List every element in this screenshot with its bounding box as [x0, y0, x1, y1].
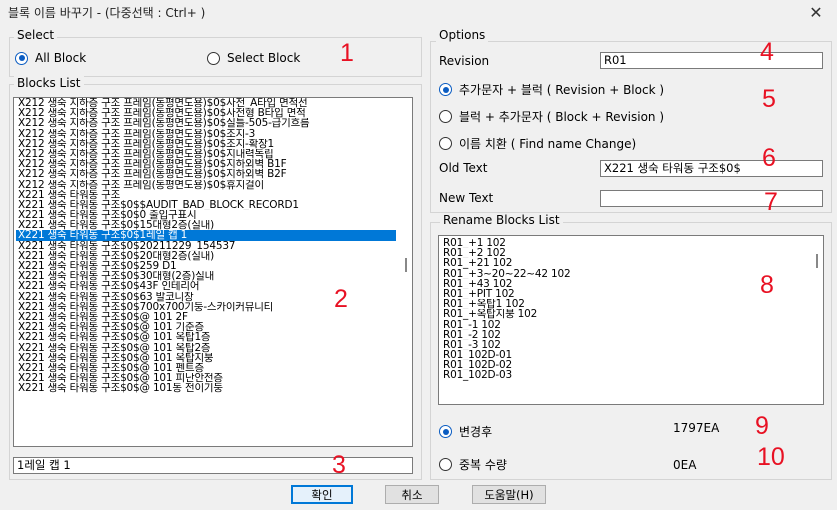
blocks-list-item[interactable]: X221 생숙 타워동 구조$0$@ 101 2F: [16, 312, 396, 322]
annotation-5: 5: [762, 85, 776, 113]
radio-find-name-change-label: 이름 치환 ( Find name Change): [459, 137, 637, 151]
rename-list-item[interactable]: R01_+옥탑지붕 102: [441, 309, 807, 319]
radio-all-block-indicator[interactable]: [15, 51, 28, 65]
after-change-count: 1797EA: [673, 421, 720, 435]
blocks-list-items: X212 생숙 지하층 구조 프레임(동평면도용)$0$사전_A타입 면적선 X2…: [16, 98, 396, 393]
blocks-scroll-thumb[interactable]: [405, 258, 407, 272]
blocks-list-item[interactable]: X221 생숙 타워동 구조$0$259 D1: [16, 261, 396, 271]
radio-duplicate-count[interactable]: 중복 수량: [439, 456, 507, 473]
title-bar: 블록 이름 바꾸기 - (다중선택 : Ctrl+ ) ✕: [0, 0, 837, 24]
rename-list-item[interactable]: R01_-1 102: [441, 320, 807, 330]
blocks-list-item[interactable]: X221 생숙 타워동 구조$0$@ 101 펜트층: [16, 363, 396, 373]
rename-list-item[interactable]: R01_+1 102: [441, 238, 807, 248]
options-label: Options: [436, 28, 489, 42]
radio-all-block-label: All Block: [35, 51, 87, 65]
radio-find-name-change[interactable]: 이름 치환 ( Find name Change): [439, 135, 636, 152]
revision-label: Revision: [439, 54, 490, 68]
blocks-list-item[interactable]: X221 생숙 타워동 구조$0$0 출입구표시: [16, 210, 396, 220]
annotation-1: 1: [340, 39, 354, 67]
rename-list-items: R01_+1 102 R01_+2 102 R01_+21 102 R01_+3~20…: [441, 238, 807, 381]
radio-block-revision[interactable]: 블럭 + 추가문자 ( Block + Revision ): [439, 108, 664, 125]
blocks-list-label: Blocks List: [14, 76, 84, 90]
cancel-button[interactable]: 취소: [385, 485, 439, 504]
radio-select-block-label: Select Block: [227, 51, 301, 65]
blocks-list-item[interactable]: X221 생숙 타워동 구조$0$1레일 캡 1: [16, 230, 396, 241]
rename-list-item[interactable]: R01_102D-03: [441, 370, 807, 380]
blocks-list-item[interactable]: X221 생숙 타워동 구조$0$15대형2층(실내): [16, 220, 396, 230]
blocks-list-item[interactable]: X221 생숙 타워동 구조$0$@ 101동 전이기둥: [16, 383, 396, 393]
window-title: 블록 이름 바꾸기 - (다중선택 : Ctrl+ ): [8, 6, 206, 20]
blocks-list-item[interactable]: X221 생숙 타워동 구조$0$20대형2층(실내): [16, 251, 396, 261]
block-name-field[interactable]: 1레일 캡 1: [13, 457, 413, 474]
rename-list-item[interactable]: R01_102D-01: [441, 350, 807, 360]
rename-list-item[interactable]: R01_+21 102: [441, 258, 807, 268]
radio-revision-block-label: 추가문자 + 블럭 ( Revision + Block ): [459, 83, 665, 97]
blocks-list-item[interactable]: X212 생숙 지하층 구조 프레임(동평면도용)$0$조지-확장1: [16, 139, 396, 149]
rename-list-item[interactable]: R01_-3 102: [441, 340, 807, 350]
radio-after-change-label: 변경후: [459, 425, 493, 439]
help-button[interactable]: 도움말(H): [472, 485, 546, 504]
annotation-9: 9: [755, 412, 769, 440]
radio-revision-block-indicator[interactable]: [439, 83, 452, 96]
annotation-3: 3: [332, 451, 346, 479]
annotation-4: 4: [760, 38, 774, 66]
ok-button[interactable]: 확인: [291, 485, 353, 504]
blocks-list-item[interactable]: X212 생숙 지하층 구조 프레임(동평면도용)$0$조지-3: [16, 129, 396, 139]
blocks-list-item[interactable]: X212 생숙 지하층 구조 프레임(동평면도용)$0$사전_A타입 면적선: [16, 98, 396, 108]
old-text-input[interactable]: X221 생숙 타워동 구조$0$: [600, 160, 823, 177]
rename-list-item[interactable]: R01_+3~20~22~42 102: [441, 269, 807, 279]
radio-find-name-change-indicator[interactable]: [439, 137, 452, 150]
rename-list-item[interactable]: R01_102D-02: [441, 360, 807, 370]
radio-block-revision-label: 블럭 + 추가문자 ( Block + Revision ): [459, 110, 665, 124]
blocks-list-item[interactable]: X212 생숙 지하층 구조 프레임(동평면도용)$0$지내력독립: [16, 149, 396, 159]
radio-duplicate-count-label: 중복 수량: [459, 458, 507, 472]
blocks-list-item[interactable]: X221 생숙 타워동 구조$0$@ 101 옥탑지붕: [16, 353, 396, 363]
radio-all-block[interactable]: All Block: [15, 51, 86, 65]
blocks-list-item[interactable]: X212 생숙 지하층 구조 프레임(동평면도용)$0$실틀-505-급기흐름: [16, 118, 396, 128]
blocks-list-item[interactable]: X221 생숙 타워동 구조$0$$AUDIT_BAD_BLOCK_RECORD…: [16, 200, 396, 210]
blocks-list-item[interactable]: X221 생숙 타워동 구조$0$@ 101 피난안전층: [16, 373, 396, 383]
radio-duplicate-count-indicator[interactable]: [439, 458, 452, 471]
rename-list-item[interactable]: R01_+43 102: [441, 279, 807, 289]
annotation-8: 8: [760, 271, 774, 299]
annotation-7: 7: [764, 188, 778, 216]
radio-revision-block[interactable]: 추가문자 + 블럭 ( Revision + Block ): [439, 81, 664, 98]
radio-select-block-indicator[interactable]: [207, 51, 220, 65]
duplicate-count: 0EA: [673, 458, 697, 472]
old-text-label: Old Text: [439, 161, 488, 175]
rename-list-label: Rename Blocks List: [440, 213, 563, 227]
annotation-10: 10: [757, 443, 785, 471]
new-text-input[interactable]: [600, 190, 823, 207]
blocks-list-item[interactable]: X212 생숙 지하층 구조 프레임(동평면도용)$0$지하외벽 B1F: [16, 159, 396, 169]
revision-input[interactable]: R01: [600, 52, 823, 69]
rename-list-item[interactable]: R01_+PIT 102: [441, 289, 807, 299]
annotation-6: 6: [762, 144, 776, 172]
blocks-list-item[interactable]: X221 생숙 타워동 구조$0$30대형(2층)실내: [16, 271, 396, 281]
rename-listbox[interactable]: R01_+1 102 R01_+2 102 R01_+21 102 R01_+3~20…: [438, 235, 824, 405]
blocks-list-item[interactable]: X212 생숙 지하층 구조 프레임(동평면도용)$0$지하외벽 B2F: [16, 169, 396, 179]
radio-after-change[interactable]: 변경후: [439, 423, 492, 440]
rename-list-item[interactable]: R01_+2 102: [441, 248, 807, 258]
blocks-list-item[interactable]: X221 생숙 타워동 구조: [16, 190, 396, 200]
blocks-scrollbar[interactable]: [398, 98, 412, 446]
blocks-list-item[interactable]: X221 생숙 타워동 구조$0$@ 101 옥탑2층: [16, 343, 396, 353]
blocks-list-item[interactable]: X212 생숙 지하층 구조 프레임(동평면도용)$0$휴지걸이: [16, 180, 396, 190]
blocks-list-item[interactable]: X221 생숙 타워동 구조$0$@ 101 기준층: [16, 322, 396, 332]
close-icon[interactable]: ✕: [801, 0, 831, 24]
rename-scroll-thumb[interactable]: [816, 254, 818, 268]
radio-select-block[interactable]: Select Block: [207, 51, 300, 65]
radio-block-revision-indicator[interactable]: [439, 110, 452, 123]
blocks-list-item[interactable]: X221 생숙 타워동 구조$0$@ 101 옥탑1층: [16, 332, 396, 342]
select-group-label: Select: [14, 28, 58, 42]
radio-after-change-indicator[interactable]: [439, 425, 452, 438]
blocks-listbox[interactable]: X212 생숙 지하층 구조 프레임(동평면도용)$0$사전_A타입 면적선 X2…: [13, 97, 413, 447]
rename-scrollbar[interactable]: [809, 236, 823, 404]
rename-list-item[interactable]: R01_+옥탑1 102: [441, 299, 807, 309]
blocks-list-item[interactable]: X212 생숙 지하층 구조 프레임(동평면도용)$0$사전형 B타입 면적: [16, 108, 396, 118]
blocks-list-item[interactable]: X221 생숙 타워동 구조$0$20211229_154537: [16, 241, 396, 251]
annotation-2: 2: [334, 285, 348, 313]
rename-list-item[interactable]: R01_-2 102: [441, 330, 807, 340]
new-text-label: New Text: [439, 191, 494, 205]
